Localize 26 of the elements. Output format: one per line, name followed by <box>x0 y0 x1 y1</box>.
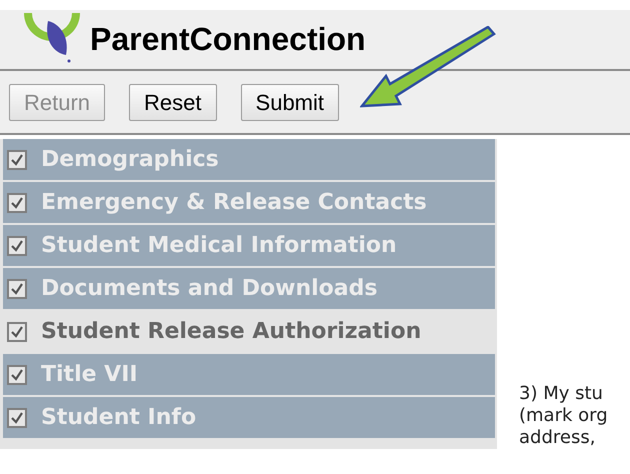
checkbox[interactable] <box>7 278 27 298</box>
sidebar-item[interactable]: Emergency & Release Contacts <box>3 182 495 223</box>
question-text: 3) My stu <box>519 383 604 405</box>
item-label: Title VII <box>41 364 138 386</box>
checkbox[interactable] <box>7 322 27 342</box>
item-label: Student Medical Information <box>41 234 397 256</box>
toolbar-button[interactable]: Submit <box>240 84 340 120</box>
item-label: Student Info <box>41 406 196 428</box>
item-label: Student Release Authorization <box>41 320 422 342</box>
checkbox[interactable] <box>7 364 27 384</box>
checkbox[interactable] <box>7 236 27 256</box>
question-text: (mark org <box>519 405 608 427</box>
sidebar-item[interactable]: Title VII <box>3 354 495 395</box>
sidebar-item[interactable]: Student Info <box>3 397 495 438</box>
logo-text: ParentConnection <box>90 23 366 55</box>
toolbar-button[interactable]: Reset <box>129 84 217 120</box>
checkbox[interactable] <box>7 408 27 428</box>
item-label: Emergency & Release Contacts <box>41 192 427 214</box>
checkbox[interactable] <box>7 150 27 170</box>
sidebar-item[interactable]: Demographics <box>3 139 495 180</box>
item-label: Documents and Downloads <box>41 278 378 300</box>
question-text: address, <box>519 427 596 449</box>
item-label: Demographics <box>41 148 219 170</box>
checkbox[interactable] <box>7 192 27 212</box>
sidebar-item[interactable]: Student Medical Information <box>3 225 495 266</box>
sidebar-item[interactable]: Documents and Downloads <box>3 268 495 309</box>
